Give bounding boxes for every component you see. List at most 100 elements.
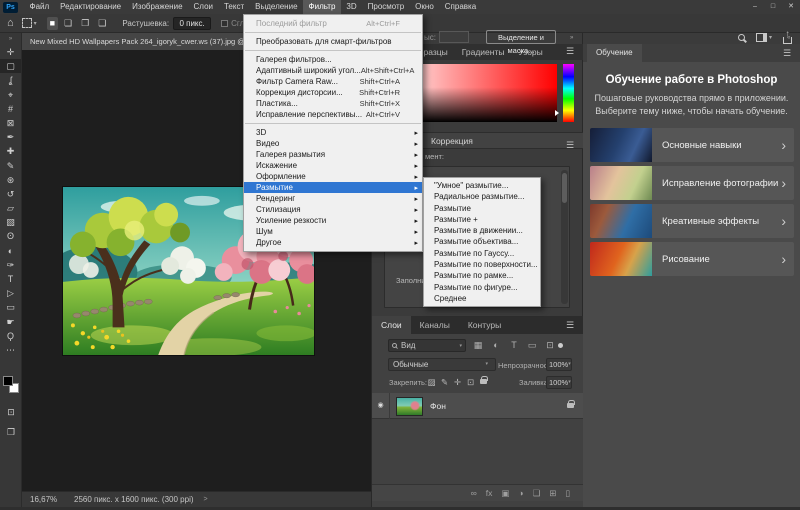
filter-menu-item[interactable]: Стилизация ▸ <box>244 204 422 215</box>
layer-filter-toggle-icon[interactable] <box>558 343 563 348</box>
layers-panel-tab[interactable]: Слои <box>372 316 411 334</box>
eraser-tool[interactable]: ▱ <box>0 201 21 215</box>
filter-menu-item[interactable]: Оформление ▸ <box>244 171 422 182</box>
layer-effects-icon[interactable]: fx <box>486 488 493 498</box>
new-layer-icon[interactable]: ⊞ <box>549 488 556 499</box>
path-selection-tool[interactable]: ▷ <box>0 286 21 300</box>
layers-panel-tab[interactable]: Контуры <box>459 316 510 334</box>
toolbar-collapse-icon[interactable]: » <box>0 33 21 45</box>
filter-type-icon[interactable]: T <box>505 339 523 352</box>
filter-menu-item[interactable]: Галерея фильтров... <box>244 54 422 65</box>
color-panel-menu-icon[interactable]: ☰ <box>566 46 574 57</box>
home-icon[interactable]: ⌂ <box>7 17 14 29</box>
filter-smart-object-icon[interactable]: ⊡ <box>541 339 559 352</box>
marquee-tool[interactable]: ▢ <box>0 59 21 74</box>
lock-all-icon[interactable] <box>480 376 488 384</box>
dodge-tool[interactable]: ◐ <box>0 244 21 258</box>
scrollbar-thumb[interactable] <box>562 173 567 203</box>
hand-tool[interactable]: ☛ <box>0 315 21 329</box>
tool-preset-arrow-icon[interactable]: ▾ <box>34 20 37 27</box>
workspace-arrow-icon[interactable]: ▾ <box>769 34 772 41</box>
opacity-input[interactable]: 100% ▾ <box>546 358 572 371</box>
pen-tool[interactable]: ✑ <box>0 258 21 272</box>
filter-menu-item[interactable]: Шум ▸ <box>244 226 422 237</box>
filter-shape-icon[interactable]: ▭ <box>523 339 541 352</box>
status-chevron-icon[interactable]: > <box>204 496 208 503</box>
properties-scrollbar[interactable] <box>561 170 568 304</box>
blur-submenu-item[interactable]: Размытие в движении... <box>424 225 540 236</box>
intersect-selection-icon[interactable]: ❑ <box>95 17 109 30</box>
filter-menu-item[interactable]: Усиление резкости ▸ <box>244 215 422 226</box>
blur-tool[interactable]: ʘ <box>0 229 21 243</box>
document-tab[interactable]: New Mixed HD Wallpapers Pack 264_igoryk_… <box>22 33 262 50</box>
share-icon[interactable] <box>783 29 792 44</box>
hue-slider[interactable] <box>563 64 574 122</box>
lock-artboard-icon[interactable]: ⊡ <box>464 376 477 389</box>
filter-menu-item[interactable]: Другое ▸ <box>244 237 422 248</box>
select-and-mask-button[interactable]: Выделение и маска... <box>486 30 556 55</box>
filter-pixel-icon[interactable]: ▦ <box>469 339 487 352</box>
blur-submenu-item[interactable]: Радиальное размытие... <box>424 191 540 202</box>
blur-submenu-item[interactable]: "Умное" размытие... <box>424 180 540 191</box>
filter-menu-item[interactable]: Исправление перспективы... Alt+Ctrl+V <box>244 109 422 120</box>
layer-mask-icon[interactable]: ▣ <box>501 488 509 499</box>
search-icon[interactable] <box>737 34 745 41</box>
edit-toolbar[interactable]: ⋯ <box>0 343 21 357</box>
marquee-tool-icon[interactable] <box>21 18 32 28</box>
learn-card[interactable]: Креативные эффекты › <box>590 204 794 238</box>
lock-pixels-icon[interactable]: ✎ <box>438 376 451 389</box>
filter-adjustment-icon[interactable]: ◐ <box>487 339 505 352</box>
menubar-item[interactable]: Слои <box>188 0 218 14</box>
blur-submenu-item[interactable]: Размытие по Гауссу... <box>424 248 540 259</box>
dock-collapse-icon[interactable]: » <box>570 35 573 41</box>
feather-input[interactable]: 0 пикс. <box>173 16 212 30</box>
menubar-item[interactable]: Фильтр <box>303 0 341 14</box>
filter-menu-item[interactable]: Адаптивный широкий угол... Alt+Shift+Ctr… <box>244 65 422 76</box>
layer-thumbnail[interactable] <box>396 396 423 416</box>
gradient-tool[interactable]: ▧ <box>0 215 21 229</box>
filter-menu-item[interactable]: Фильтр Camera Raw... Shift+Ctrl+A <box>244 76 422 87</box>
add-selection-icon[interactable]: ❏ <box>61 17 75 30</box>
menubar-item[interactable]: Редактирование <box>55 0 127 14</box>
new-selection-icon[interactable]: ■ <box>46 16 59 30</box>
filter-menu-item[interactable]: Размытие ▸ <box>244 182 422 193</box>
adjustments-panel-menu-icon[interactable]: ☰ <box>566 137 574 154</box>
filter-menu-item[interactable]: Галерея размытия ▸ <box>244 149 422 160</box>
menubar-item[interactable]: Просмотр <box>362 0 410 14</box>
filter-menu-item[interactable]: Видео ▸ <box>244 138 422 149</box>
hue-slider-pointer-icon[interactable] <box>555 110 559 116</box>
maximize-button[interactable]: □ <box>764 0 782 14</box>
workspace-icon[interactable] <box>755 33 767 42</box>
menubar-item[interactable]: Изображение <box>127 0 188 14</box>
blur-submenu-item[interactable]: Размытие по поверхности... <box>424 259 540 270</box>
layer-row[interactable]: ◉ Фон <box>372 393 584 419</box>
zoom-tool[interactable]: Ϙ <box>0 329 21 343</box>
learn-panel-menu-icon[interactable]: ☰ <box>783 48 791 59</box>
clone-stamp-tool[interactable]: ⊛ <box>0 173 21 187</box>
lock-transparency-icon[interactable]: ▨ <box>425 376 438 389</box>
learn-card[interactable]: Рисование › <box>590 242 794 276</box>
frame-tool[interactable]: ⊠ <box>0 116 21 130</box>
link-layers-icon[interactable]: ∞ <box>471 488 477 498</box>
filter-menu-item[interactable]: Последний фильтр Alt+Ctrl+F <box>244 18 422 29</box>
layer-visibility-icon[interactable]: ◉ <box>372 393 390 419</box>
blur-submenu-item[interactable]: Размытие <box>424 203 540 214</box>
type-tool[interactable]: T <box>0 272 21 286</box>
learn-card[interactable]: Основные навыки › <box>590 128 794 162</box>
layers-panel-menu-icon[interactable]: ☰ <box>566 320 574 331</box>
menubar-item[interactable]: Справка <box>439 0 481 14</box>
blur-submenu-item[interactable]: Среднее <box>424 293 540 304</box>
blur-submenu-item[interactable]: Размытие + <box>424 214 540 225</box>
healing-brush-tool[interactable]: ✚ <box>0 144 21 158</box>
menubar-item[interactable]: Текст <box>218 0 249 14</box>
learn-card[interactable]: Исправление фотографии › <box>590 166 794 200</box>
crop-tool[interactable]: # <box>0 102 21 116</box>
fill-input[interactable]: 100% ▾ <box>546 376 572 389</box>
menubar-item[interactable]: Выделение <box>250 0 303 14</box>
move-tool[interactable]: ✛ <box>0 45 21 59</box>
learn-panel-tab[interactable]: Обучение <box>587 44 642 62</box>
adjustment-layer-icon[interactable]: ◑ <box>518 488 523 498</box>
quick-mask-button[interactable]: ⊡ <box>0 405 22 419</box>
filter-menu-item[interactable]: Рендеринг ▸ <box>244 193 422 204</box>
delete-layer-icon[interactable]: ▯ <box>565 488 570 499</box>
